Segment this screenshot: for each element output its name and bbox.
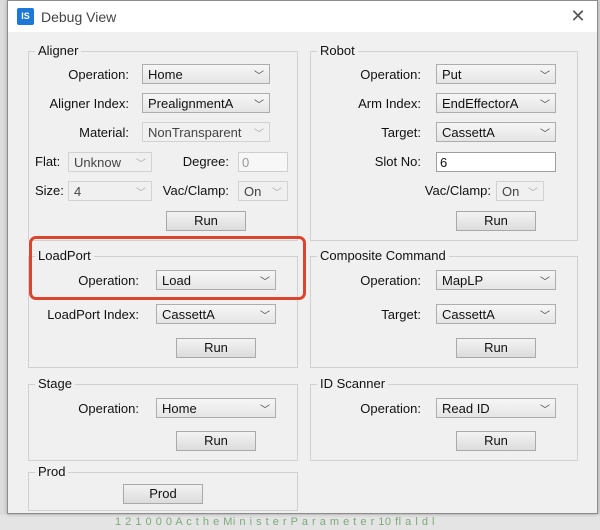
chevron-down-icon: ﹀	[254, 71, 264, 82]
aligner-group-title: Aligner	[35, 43, 82, 58]
aligner-run-button[interactable]: Run	[166, 211, 246, 231]
id-scanner-group: ID Scanner Operation: Read ID ﹀ Run	[310, 376, 578, 461]
prod-group-title: Prod	[35, 464, 69, 479]
robot-group-title: Robot	[317, 43, 358, 58]
aligner-group: Aligner Operation: Home ﹀ Aligner Index:…	[28, 43, 298, 241]
robot-vac-label: Vac/Clamp:	[424, 183, 491, 198]
aligner-flat-value: Unknow	[74, 155, 121, 170]
chevron-down-icon: ﹀	[254, 100, 264, 111]
composite-group-title: Composite Command	[317, 248, 449, 263]
chevron-down-icon: ﹀	[272, 188, 282, 199]
robot-slot-value: 6	[440, 155, 448, 170]
composite-operation-value: MapLP	[442, 273, 484, 288]
aligner-vac-select[interactable]: On ﹀	[238, 181, 288, 201]
chevron-down-icon: ﹀	[254, 129, 264, 140]
robot-slot-label: Slot No:	[374, 154, 421, 169]
robot-target-select[interactable]: CassettA ﹀	[436, 122, 556, 142]
aligner-material-label: Material:	[79, 125, 129, 140]
title-bar: IS Debug View ✕	[8, 1, 597, 32]
red-highlight-annotation	[29, 236, 306, 300]
composite-target-value: CassettA	[442, 307, 495, 322]
chevron-down-icon: ﹀	[540, 277, 550, 288]
aligner-flat-select[interactable]: Unknow ﹀	[68, 152, 152, 172]
idscanner-run-button[interactable]: Run	[456, 431, 536, 451]
loadport-index-value: CassettA	[162, 307, 215, 322]
aligner-vac-value: On	[244, 184, 262, 199]
composite-operation-label: Operation:	[360, 273, 421, 288]
composite-target-select[interactable]: CassettA ﹀	[436, 304, 556, 324]
chevron-down-icon: ﹀	[540, 71, 550, 82]
aligner-material-value: NonTransparent	[148, 125, 242, 140]
chevron-down-icon: ﹀	[260, 311, 270, 322]
aligner-material-select[interactable]: NonTransparent ﹀	[142, 122, 270, 142]
stage-group-title: Stage	[35, 376, 75, 391]
stage-run-button[interactable]: Run	[176, 431, 256, 451]
aligner-operation-select[interactable]: Home ﹀	[142, 64, 270, 84]
chevron-down-icon: ﹀	[260, 405, 270, 416]
composite-operation-select[interactable]: MapLP ﹀	[436, 270, 556, 290]
robot-run-button[interactable]: Run	[456, 211, 536, 231]
app-icon: IS	[17, 8, 34, 25]
background-app-status: 1 2 1 0 0 0 A c t h e Mi n i s t e r P a…	[0, 515, 600, 530]
aligner-size-label: Size:	[35, 183, 64, 198]
prod-button[interactable]: Prod	[123, 484, 203, 504]
loadport-index-select[interactable]: CassettA ﹀	[156, 304, 276, 324]
window-title: Debug View	[41, 9, 117, 25]
chevron-down-icon: ﹀	[540, 405, 550, 416]
robot-vac-select[interactable]: On ﹀	[496, 181, 544, 201]
loadport-index-label: LoadPort Index:	[47, 307, 139, 322]
robot-operation-label: Operation:	[360, 67, 421, 82]
chevron-down-icon: ﹀	[136, 188, 146, 199]
aligner-index-select[interactable]: PrealignmentA ﹀	[142, 93, 270, 113]
stage-group: Stage Operation: Home ﹀ Run	[28, 376, 298, 461]
idscanner-operation-value: Read ID	[442, 401, 490, 416]
aligner-operation-value: Home	[148, 67, 183, 82]
stage-operation-label: Operation:	[78, 401, 139, 416]
aligner-operation-label: Operation:	[68, 67, 129, 82]
robot-arm-value: EndEffectorA	[442, 96, 519, 111]
robot-arm-label: Arm Index:	[358, 96, 421, 111]
chevron-down-icon: ﹀	[540, 100, 550, 111]
robot-target-value: CassettA	[442, 125, 495, 140]
robot-operation-value: Put	[442, 67, 462, 82]
composite-command-group: Composite Command Operation: MapLP ﹀ Tar…	[310, 248, 578, 368]
idscanner-operation-select[interactable]: Read ID ﹀	[436, 398, 556, 418]
aligner-degree-field[interactable]: 0	[238, 152, 288, 172]
close-icon[interactable]: ✕	[567, 5, 589, 27]
aligner-degree-label: Degree:	[182, 154, 229, 169]
chevron-down-icon: ﹀	[540, 311, 550, 322]
chevron-down-icon: ﹀	[136, 159, 146, 170]
stage-operation-value: Home	[162, 401, 197, 416]
prod-group: Prod Prod	[28, 464, 298, 511]
robot-vac-value: On	[502, 184, 520, 199]
aligner-degree-value: 0	[242, 155, 250, 170]
aligner-index-label: Aligner Index:	[49, 96, 130, 111]
idscanner-group-title: ID Scanner	[317, 376, 389, 391]
aligner-flat-label: Flat:	[35, 154, 61, 169]
robot-operation-select[interactable]: Put ﹀	[436, 64, 556, 84]
robot-slot-field[interactable]: 6	[436, 152, 556, 172]
stage-operation-select[interactable]: Home ﹀	[156, 398, 276, 418]
aligner-size-select[interactable]: 4 ﹀	[68, 181, 152, 201]
idscanner-operation-label: Operation:	[360, 401, 421, 416]
robot-target-label: Target:	[381, 125, 421, 140]
aligner-size-value: 4	[74, 184, 82, 199]
background-status-text: 1 2 1 0 0 0 A c t h e Mi n i s t e r P a…	[115, 516, 435, 528]
aligner-index-value: PrealignmentA	[148, 96, 234, 111]
chevron-down-icon: ﹀	[540, 129, 550, 140]
composite-run-button[interactable]: Run	[456, 338, 536, 358]
chevron-down-icon: ﹀	[528, 188, 538, 199]
robot-group: Robot Operation: Put ﹀ Arm Index: EndEff…	[310, 43, 578, 241]
composite-target-label: Target:	[381, 307, 421, 322]
robot-arm-select[interactable]: EndEffectorA ﹀	[436, 93, 556, 113]
loadport-run-button[interactable]: Run	[176, 338, 256, 358]
aligner-vac-label: Vac/Clamp:	[162, 183, 229, 198]
